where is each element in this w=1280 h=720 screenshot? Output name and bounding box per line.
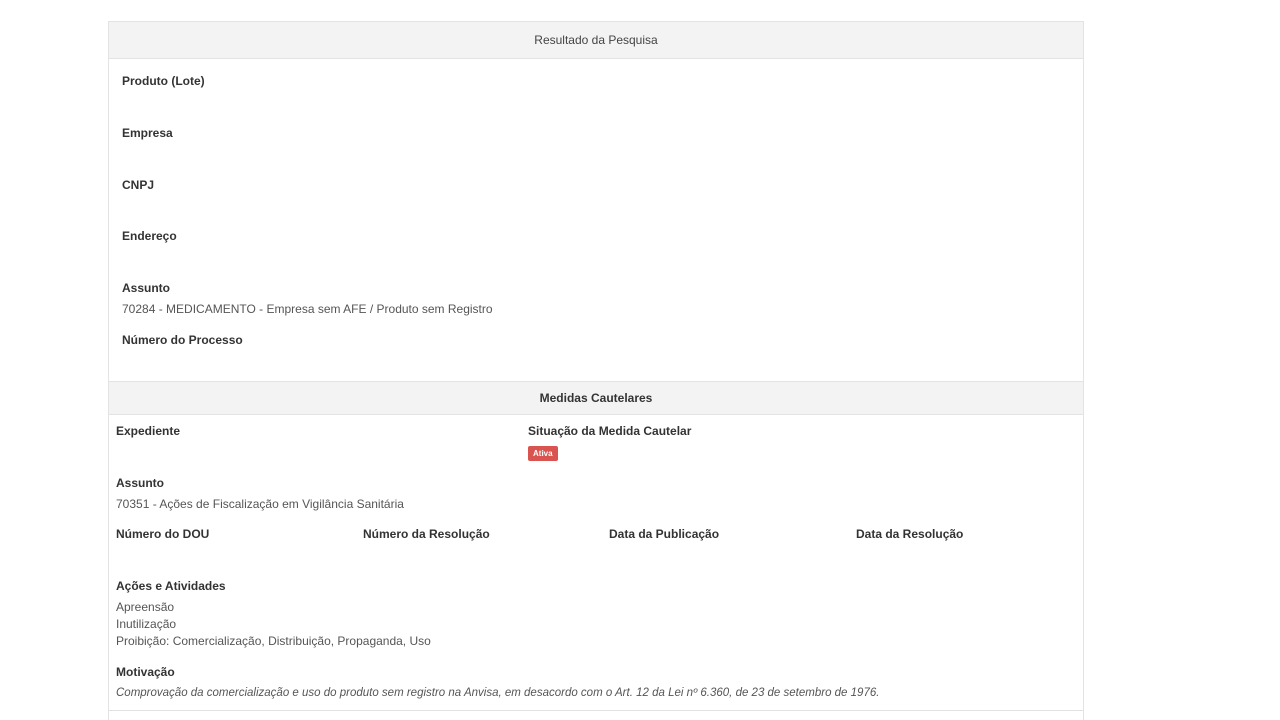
divider <box>109 710 1083 711</box>
medidas-cautelares-body: Expediente Situação da Medida Cautelar A… <box>109 415 1083 720</box>
motivacao-label: Motivação <box>116 665 175 679</box>
medida-assunto-label: Assunto <box>116 476 164 490</box>
search-result-panel: Resultado da Pesquisa Produto (Lote) Emp… <box>108 21 1084 720</box>
medida-assunto-value: 70351 - Ações de Fiscalização em Vigilân… <box>116 497 404 511</box>
data-publicacao-label: Data da Publicação <box>609 527 720 541</box>
acoes-list: Apreensão Inutilização Proibição: Comerc… <box>116 599 431 650</box>
medidas-cautelares-title: Medidas Cautelares <box>109 381 1083 415</box>
empresa-label: Empresa <box>122 126 173 140</box>
result-panel-body: Produto (Lote) Empresa CNPJ Endereço Ass… <box>109 59 1083 381</box>
list-item: Proibição: Comercialização, Distribuição… <box>116 634 431 648</box>
produto-label: Produto (Lote) <box>122 74 205 88</box>
assunto-value: 70284 - MEDICAMENTO - Empresa sem AFE / … <box>122 302 493 316</box>
list-item: Apreensão <box>116 600 175 614</box>
assunto-label: Assunto <box>122 281 170 295</box>
numero-processo-label: Número do Processo <box>122 333 243 347</box>
result-panel-title: Resultado da Pesquisa <box>109 22 1083 59</box>
acoes-atividades-label: Ações e Atividades <box>116 579 226 593</box>
numero-resolucao-label: Número da Resolução <box>363 527 490 541</box>
numero-dou-label: Número do DOU <box>116 527 210 541</box>
motivacao-value: Comprovação da comercialização e uso do … <box>116 687 880 699</box>
status-badge: Ativa <box>528 446 558 461</box>
list-item: Inutilização <box>116 617 177 631</box>
situacao-label: Situação da Medida Cautelar <box>528 424 692 438</box>
expediente-label: Expediente <box>116 424 181 438</box>
endereco-label: Endereço <box>122 229 177 243</box>
data-resolucao-label: Data da Resolução <box>856 527 964 541</box>
cnpj-label: CNPJ <box>122 178 155 192</box>
